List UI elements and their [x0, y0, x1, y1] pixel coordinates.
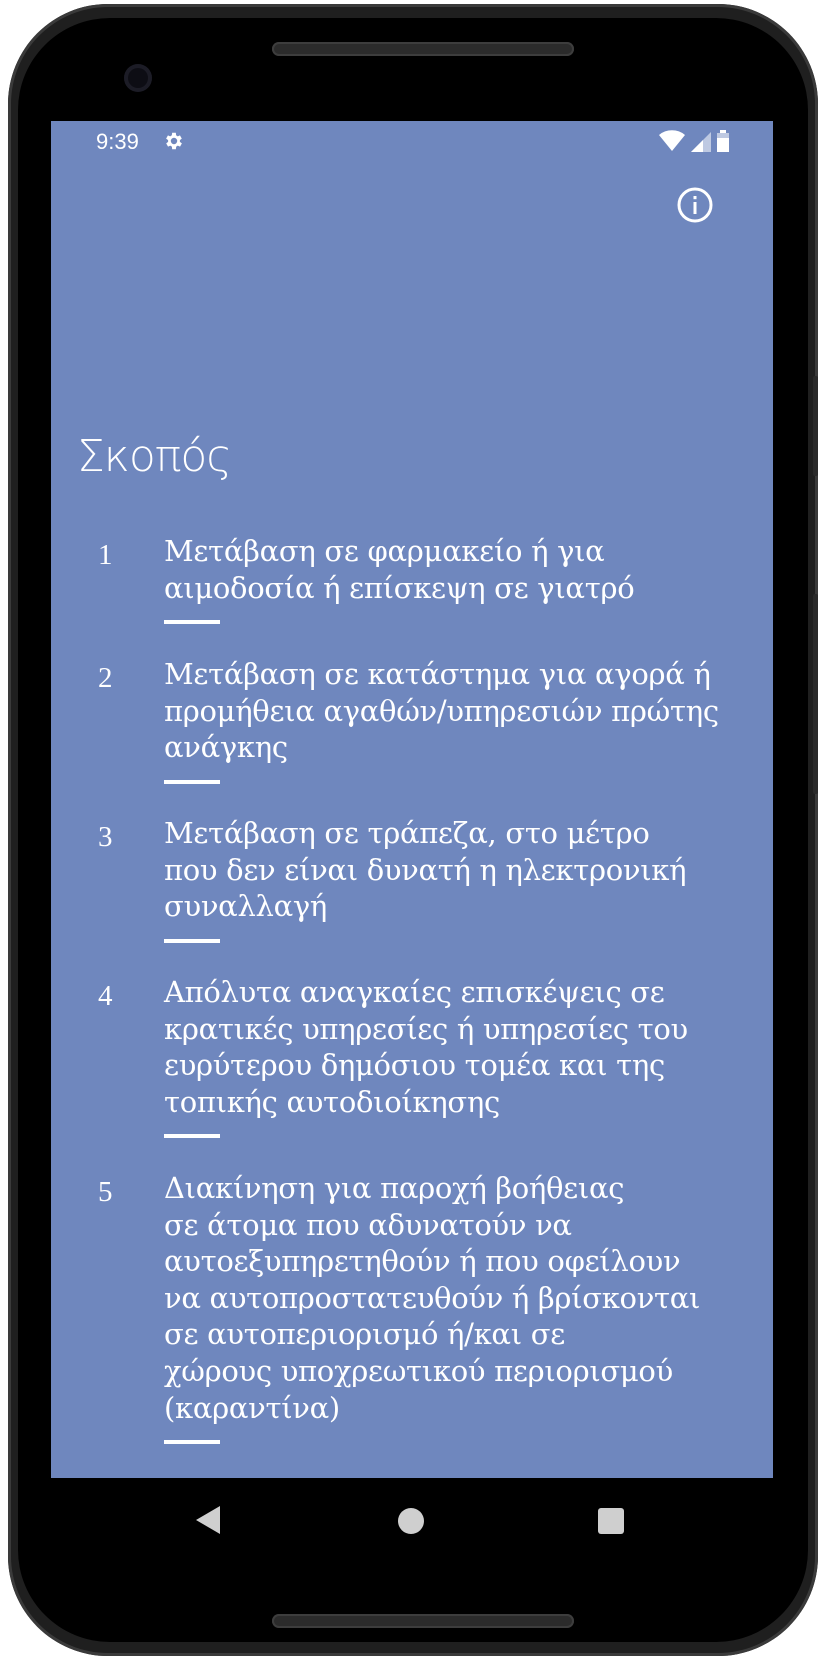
bottom-speaker	[272, 1614, 574, 1628]
purpose-text: Μετάβαση σε κατάστημα για αγορά ή προμήθ…	[164, 657, 719, 765]
battery-icon	[717, 130, 729, 156]
purpose-divider	[164, 938, 220, 943]
page-title: Σκοπός	[77, 431, 232, 482]
recents-icon[interactable]	[598, 1508, 624, 1534]
top-speaker	[272, 42, 574, 56]
front-camera	[124, 64, 152, 92]
purpose-item-3[interactable]: 3 Μετάβαση σε τράπεζα, στο μέτρο που δεν…	[51, 815, 773, 974]
navigation-bar	[51, 1478, 773, 1562]
purpose-item-4[interactable]: 4 Απόλυτα αναγκαίες επισκέψεις σε κρατικ…	[51, 974, 773, 1170]
gear-icon	[163, 130, 185, 152]
info-icon[interactable]	[675, 185, 715, 225]
purpose-number: 2	[98, 662, 113, 694]
purpose-number: 5	[98, 1176, 113, 1208]
purpose-item-2[interactable]: 2 Μετάβαση σε κατάστημα για αγορά ή προμ…	[51, 656, 773, 815]
signal-icon	[691, 132, 711, 156]
purpose-list: 1 Μετάβαση σε φαρμακείο ή για αιμοδοσία …	[51, 533, 773, 1445]
status-bar: 9:39	[51, 121, 773, 161]
back-icon[interactable]	[196, 1506, 220, 1534]
status-time: 9:39	[96, 129, 139, 154]
purpose-text: Διακίνηση για παροχή βοήθειας σε άτομα π…	[164, 1171, 701, 1425]
home-icon[interactable]	[398, 1508, 424, 1534]
purpose-number: 4	[98, 980, 113, 1012]
purpose-item-5[interactable]: 5 Διακίνηση για παροχή βοήθειας σε άτομα…	[51, 1170, 773, 1445]
purpose-divider	[164, 1440, 220, 1445]
purpose-number: 1	[98, 539, 113, 571]
power-button	[813, 376, 818, 476]
purpose-divider	[164, 779, 220, 784]
purpose-divider	[164, 1134, 220, 1139]
purpose-divider	[164, 620, 220, 625]
status-icons	[659, 130, 729, 156]
purpose-text: Απόλυτα αναγκαίες επισκέψεις σε κρατικές…	[164, 975, 688, 1119]
volume-button	[813, 594, 818, 794]
wifi-icon	[659, 130, 685, 156]
purpose-text: Μετάβαση σε τράπεζα, στο μέτρο που δεν ε…	[164, 816, 687, 924]
purpose-item-1[interactable]: 1 Μετάβαση σε φαρμακείο ή για αιμοδοσία …	[51, 533, 773, 656]
purpose-text: Μετάβαση σε φαρμακείο ή για αιμοδοσία ή …	[164, 534, 635, 605]
purpose-number: 3	[98, 821, 113, 853]
app-screen: 9:39 Σκοπός 1 Μετάβαση σε φαρμακείο ή γι…	[51, 121, 773, 1478]
